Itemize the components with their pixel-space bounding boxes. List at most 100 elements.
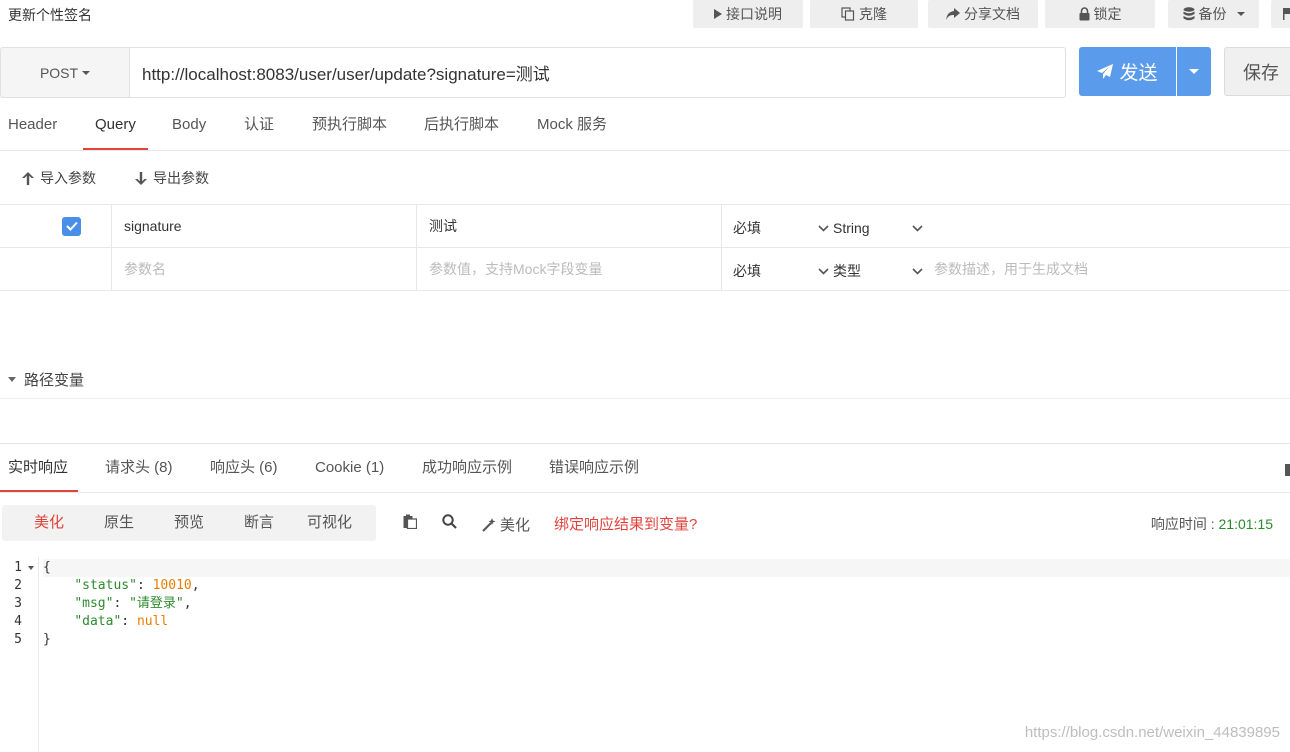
mode-pretty[interactable]: 美化 (34, 505, 64, 541)
database-icon (1183, 7, 1194, 21)
mode-preview[interactable]: 预览 (174, 505, 204, 541)
panel-resize-handle[interactable] (1285, 464, 1290, 476)
backup-label: 备份 (1198, 6, 1227, 22)
column-divider (416, 248, 417, 290)
beautify-button[interactable]: 美化 (482, 514, 530, 535)
lock-label: 锁定 (1093, 6, 1122, 22)
param-value-input[interactable]: 参数值，支持Mock字段变量 (429, 248, 709, 290)
line-number: 5 (14, 632, 22, 647)
tab-request-headers[interactable]: 请求头 (8) (105, 444, 173, 492)
fold-toggle-icon[interactable] (28, 566, 34, 570)
mode-raw[interactable]: 原生 (104, 505, 134, 541)
param-enabled-checkbox[interactable] (62, 205, 81, 247)
table-row: signature 测试 必填 String (0, 204, 1290, 247)
mode-visualize[interactable]: 可视化 (307, 505, 352, 541)
tab-body[interactable]: Body (172, 100, 206, 150)
query-params-table: signature 测试 必填 String 参数名 参数值，支持Mock字段变… (0, 204, 1290, 291)
tab-response-headers[interactable]: 响应头 (6) (210, 444, 278, 492)
url-input[interactable] (129, 47, 1066, 98)
code-line: "data": null (74, 614, 169, 629)
code-line: { (43, 559, 1290, 577)
method-select[interactable]: POST (0, 47, 129, 98)
send-label: 发送 (1119, 63, 1158, 84)
import-params-label: 导入参数 (40, 170, 96, 186)
chevron-down-icon (818, 267, 829, 275)
line-number: 1 (14, 560, 22, 575)
json-value: "请登录" (129, 596, 184, 611)
required-label: 必填 (733, 220, 761, 236)
check-icon (62, 216, 81, 236)
column-divider (721, 248, 722, 290)
export-params-button[interactable]: 导出参数 (135, 168, 209, 188)
lock-button[interactable]: 锁定 (1045, 0, 1155, 28)
method-label: POST (39, 64, 79, 81)
param-value-cell[interactable]: 测试 (429, 205, 709, 247)
type-select[interactable]: String (833, 207, 923, 249)
json-key: "status" (74, 578, 137, 593)
caret-down-icon (8, 376, 16, 382)
bind-response-link[interactable]: 绑定响应结果到变量? (554, 513, 697, 534)
search-icon (442, 514, 457, 529)
required-select[interactable]: 必填 (733, 207, 829, 249)
copy-response-button[interactable] (403, 514, 417, 529)
flag-icon (1283, 8, 1290, 20)
tab-header[interactable]: Header (8, 100, 57, 150)
param-toolbar: 导入参数 导出参数 (0, 151, 1290, 205)
send-options-dropdown[interactable] (1177, 47, 1211, 96)
column-divider (111, 248, 112, 290)
tab-pre-script[interactable]: 预执行脚本 (312, 100, 387, 150)
response-body-editor[interactable]: 1 2 3 4 5 { "status": 10010, "msg": "请登录… (0, 557, 1290, 752)
type-select[interactable]: 类型 (833, 250, 923, 292)
copy-icon (841, 7, 855, 21)
path-variables-toggle[interactable]: 路径变量 (0, 360, 1290, 399)
table-row-new: 参数名 参数值，支持Mock字段变量 必填 类型 参数描述，用于生成文档 (0, 247, 1290, 291)
tab-error-example[interactable]: 错误响应示例 (549, 444, 639, 492)
param-name-cell[interactable]: signature (124, 205, 404, 247)
line-number: 3 (14, 596, 22, 611)
request-tabs: Header Query Body 认证 预执行脚本 后执行脚本 Mock 服务 (0, 100, 1290, 151)
clone-label: 克隆 (859, 6, 887, 22)
save-button[interactable]: 保存 (1224, 47, 1290, 96)
api-doc-button[interactable]: 接口说明 (693, 0, 803, 28)
response-time-label: 响应时间 : (1150, 516, 1219, 532)
chevron-down-icon (1236, 12, 1245, 16)
more-button[interactable] (1271, 0, 1290, 28)
api-title: 更新个性签名 (8, 7, 92, 23)
param-description-input[interactable]: 参数描述，用于生成文档 (934, 248, 1274, 290)
tab-mock[interactable]: Mock 服务 (537, 100, 607, 150)
lock-icon (1079, 7, 1089, 21)
chevron-down-icon (1189, 69, 1199, 74)
code-line: "msg": "请登录", (74, 596, 192, 611)
tab-success-example[interactable]: 成功响应示例 (422, 444, 512, 492)
tab-post-script[interactable]: 后执行脚本 (424, 100, 499, 150)
search-response-button[interactable] (442, 514, 457, 529)
chevron-down-icon (912, 267, 923, 275)
mode-assert[interactable]: 断言 (244, 505, 274, 541)
column-divider (721, 205, 722, 247)
tab-cookie[interactable]: Cookie (1) (315, 444, 384, 492)
export-params-label: 导出参数 (153, 170, 209, 186)
type-label: 类型 (833, 263, 861, 279)
watermark: https://blog.csdn.net/weixin_44839895 (1024, 724, 1280, 741)
tab-live-response[interactable]: 实时响应 (0, 444, 79, 492)
json-key: "msg" (74, 596, 114, 611)
required-select[interactable]: 必填 (733, 250, 829, 292)
param-name-input[interactable]: 参数名 (124, 248, 404, 290)
code-content: { "status": 10010, "msg": "请登录", "data":… (43, 559, 1290, 649)
json-key: "data" (74, 614, 122, 629)
tab-query[interactable]: Query (83, 100, 148, 150)
clone-button[interactable]: 克隆 (810, 0, 918, 28)
line-number-gutter: 1 2 3 4 5 (0, 557, 39, 752)
backup-dropdown[interactable]: 备份 (1168, 0, 1259, 28)
import-params-button[interactable]: 导入参数 (22, 168, 96, 188)
paste-icon (403, 514, 417, 529)
arrow-down-icon (135, 171, 147, 185)
share-doc-button[interactable]: 分享文档 (928, 0, 1038, 28)
paper-plane-icon (1097, 64, 1114, 79)
response-time: 响应时间 : 21:01:15 (1151, 514, 1273, 534)
send-button[interactable]: 发送 (1079, 47, 1176, 96)
chevron-down-icon (912, 224, 923, 232)
tab-auth[interactable]: 认证 (244, 100, 274, 150)
save-label: 保存 (1243, 62, 1279, 83)
chevron-down-icon (82, 70, 91, 75)
